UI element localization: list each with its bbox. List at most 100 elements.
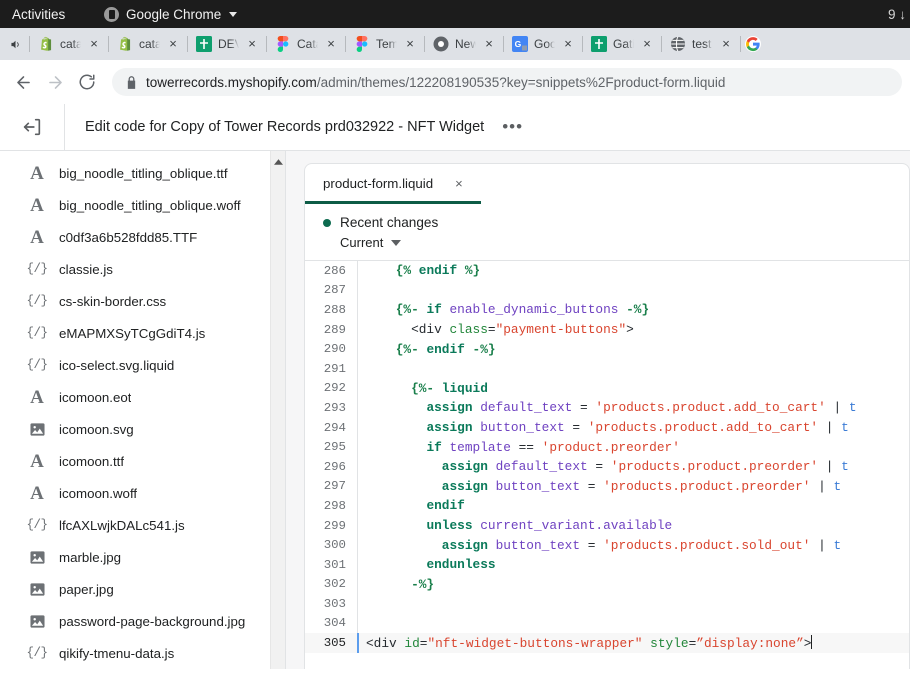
close-icon[interactable]: × — [482, 37, 496, 51]
code-token: id — [404, 636, 419, 651]
code-line[interactable]: 286 {% endif %} — [305, 261, 909, 281]
exit-to-app-icon[interactable] — [0, 104, 64, 151]
code-line[interactable]: 304 — [305, 614, 909, 634]
close-icon[interactable]: × — [719, 37, 733, 51]
close-icon[interactable]: × — [640, 37, 654, 51]
close-icon[interactable]: × — [324, 37, 338, 51]
code-line[interactable]: 293 assign default_text = 'products.prod… — [305, 398, 909, 418]
file-list-item[interactable]: Aicomoon.woff — [0, 477, 285, 509]
code-line[interactable]: 291 — [305, 359, 909, 379]
code-token: 'products.product.preorder' — [603, 479, 810, 494]
browser-tab[interactable]: test × — [663, 28, 739, 60]
code-line[interactable]: 289 <div class="payment-buttons"> — [305, 320, 909, 340]
browser-tab[interactable]: Tem × — [347, 28, 423, 60]
code-line[interactable]: 295 if template == 'product.preorder' — [305, 437, 909, 457]
browser-tab[interactable]: Cata × — [268, 28, 344, 60]
sidebar-scrollbar[interactable] — [270, 151, 285, 669]
reload-button[interactable] — [72, 67, 102, 97]
file-name: lfcAXLwjkDALc541.js — [59, 518, 185, 533]
code-token: enable_dynamic_buttons — [449, 302, 618, 317]
code-line[interactable]: 297 assign button_text = 'products.produ… — [305, 477, 909, 497]
code-line-text: -%} — [358, 577, 909, 592]
close-icon[interactable]: × — [403, 37, 417, 51]
code-token: default_text — [480, 400, 572, 415]
browser-tab[interactable]: cata × — [110, 28, 186, 60]
image-file-icon — [28, 614, 46, 629]
clock[interactable]: 9 ↓ — [888, 0, 906, 28]
browser-tab[interactable]: G Goo × — [505, 28, 581, 60]
browser-tab[interactable]: New × — [426, 28, 502, 60]
file-list-item[interactable]: {/}lfcAXLwjkDALc541.js — [0, 509, 285, 541]
line-number: 302 — [305, 577, 357, 591]
activities-button[interactable]: Activities — [12, 7, 65, 22]
code-token: style — [650, 636, 688, 651]
code-line[interactable]: 303 — [305, 594, 909, 614]
file-list-item[interactable]: icomoon.svg — [0, 413, 285, 445]
code-line[interactable]: 301 endunless — [305, 555, 909, 575]
code-token: == — [511, 440, 542, 455]
tab-separator — [108, 36, 109, 52]
close-icon[interactable]: × — [561, 37, 575, 51]
code-token: "nft-widget-buttons-wrapper" — [427, 636, 642, 651]
scroll-up-arrow-icon[interactable] — [271, 155, 285, 169]
file-list-item[interactable]: Abig_noodle_titling_oblique.woff — [0, 189, 285, 221]
tab-title: Tem — [376, 37, 397, 51]
code-line-text: unless current_variant.available — [358, 518, 909, 533]
browser-tab[interactable]: Gati × — [584, 28, 660, 60]
file-name: ico-select.svg.liquid — [59, 358, 174, 373]
file-list-item[interactable]: {/}cs-skin-border.css — [0, 285, 285, 317]
code-line[interactable]: 288 {%- if enable_dynamic_buttons -%} — [305, 300, 909, 320]
file-list-item[interactable]: Abig_noodle_titling_oblique.ttf — [0, 157, 285, 189]
code-token: = — [565, 420, 588, 435]
code-line[interactable]: 300 assign button_text = 'products.produ… — [305, 535, 909, 555]
close-icon[interactable]: × — [166, 37, 180, 51]
code-line[interactable]: 299 unless current_variant.available — [305, 516, 909, 536]
tab-separator — [740, 36, 741, 52]
browser-tab-strip: cata × cata × DEV × Cata × Tem × — [0, 28, 910, 60]
file-list-item[interactable]: Ac0df3a6b528fdd85.TTF — [0, 221, 285, 253]
code-line[interactable]: 302 -%} — [305, 575, 909, 595]
code-line[interactable]: 290 {%- endif -%} — [305, 339, 909, 359]
font-file-icon: A — [28, 484, 46, 503]
close-icon[interactable]: × — [245, 37, 259, 51]
code-line[interactable]: 292 {%- liquid — [305, 379, 909, 399]
file-list-item[interactable]: {/}classie.js — [0, 253, 285, 285]
code-line[interactable]: 296 assign default_text = 'products.prod… — [305, 457, 909, 477]
speaker-icon[interactable] — [2, 38, 28, 51]
code-token: ”display:none” — [696, 636, 804, 651]
code-line[interactable]: 305<div id="nft-widget-buttons-wrapper" … — [305, 633, 909, 653]
file-list-item[interactable]: password-page-background.jpg — [0, 605, 285, 637]
file-list-item[interactable]: Aicomoon.eot — [0, 381, 285, 413]
version-select[interactable]: Current — [340, 235, 909, 250]
file-list-item[interactable]: {/}ico-select.svg.liquid — [0, 349, 285, 381]
code-line[interactable]: 287 — [305, 281, 909, 301]
close-icon[interactable]: × — [87, 37, 101, 51]
code-area[interactable]: 286 {% endif %}287288 {%- if enable_dyna… — [304, 261, 910, 669]
code-token: | — [818, 420, 841, 435]
editor-tab-product-form[interactable]: product-form.liquid × — [305, 164, 481, 203]
active-app-menu[interactable]: Google Chrome — [104, 0, 237, 28]
file-list-item[interactable]: marble.jpg — [0, 541, 285, 573]
google-g-icon[interactable] — [742, 36, 764, 52]
file-list-item[interactable]: Aicomoon.ttf — [0, 445, 285, 477]
code-token: t — [841, 420, 849, 435]
close-icon[interactable]: × — [455, 176, 463, 191]
code-line[interactable]: 294 assign button_text = 'products.produ… — [305, 418, 909, 438]
file-name: marble.jpg — [59, 550, 121, 565]
code-token: <div — [411, 322, 449, 337]
browser-tab[interactable]: DEV × — [189, 28, 265, 60]
recent-changes-panel: Recent changes Current — [304, 203, 910, 261]
forward-button[interactable] — [40, 67, 70, 97]
back-button[interactable] — [8, 67, 38, 97]
file-list-item[interactable]: paper.jpg — [0, 573, 285, 605]
ellipsis-icon[interactable]: ••• — [502, 122, 523, 132]
line-number: 304 — [305, 616, 357, 630]
code-token: endif — [426, 342, 464, 357]
file-list-item[interactable]: {/}eMAPMXSyTCgGdiT4.js — [0, 317, 285, 349]
file-list-item[interactable]: {/}qikify-tmenu-data.js — [0, 637, 285, 669]
browser-tab[interactable]: cata × — [31, 28, 107, 60]
code-line[interactable]: 298 endif — [305, 496, 909, 516]
address-bar[interactable]: towerrecords.myshopify.com/admin/themes/… — [112, 68, 902, 96]
code-line-text: assign button_text = 'products.product.p… — [358, 479, 909, 494]
line-number: 292 — [305, 381, 357, 395]
